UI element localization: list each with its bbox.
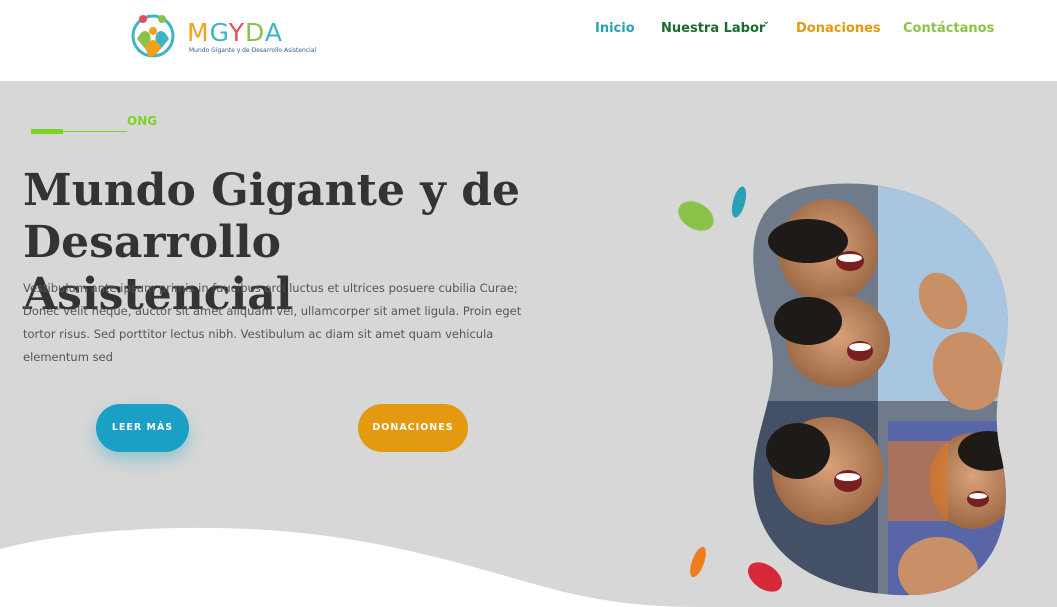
logo-wordmark: MGYDA [187,18,283,47]
nav-link-nuestra-labor[interactable]: Nuestra Labor [661,20,765,38]
logo-mark-icon [131,14,175,58]
donate-button[interactable]: DONACIONES [358,404,468,452]
site-logo[interactable]: MGYDA Mundo Gigante y de Desarrollo Asis… [129,9,316,61]
hero-bottom-wave [0,527,700,607]
hero-description: Vestibulum ante ipsum primis in faucibus… [23,281,522,364]
nav-link-donaciones[interactable]: Donaciones [796,20,881,38]
read-more-button[interactable]: LEER MÁS [96,404,189,452]
hero-tag: ONG [127,114,158,128]
chevron-down-icon[interactable]: ⌄ [762,16,770,27]
logo-subtitle: Mundo Gigante y de Desarrollo Asistencia… [189,47,317,54]
site-header: MGYDA Mundo Gigante y de Desarrollo Asis… [0,0,1057,81]
decorative-green-blob [678,201,714,231]
tag-divider-accent [31,129,63,134]
hero-section: ONG Mundo Gigante y de Desarrollo Asiste… [0,81,1057,607]
nav-link-inicio[interactable]: Inicio [595,20,635,38]
nav-link-contactanos[interactable]: Contáctanos [903,20,994,38]
